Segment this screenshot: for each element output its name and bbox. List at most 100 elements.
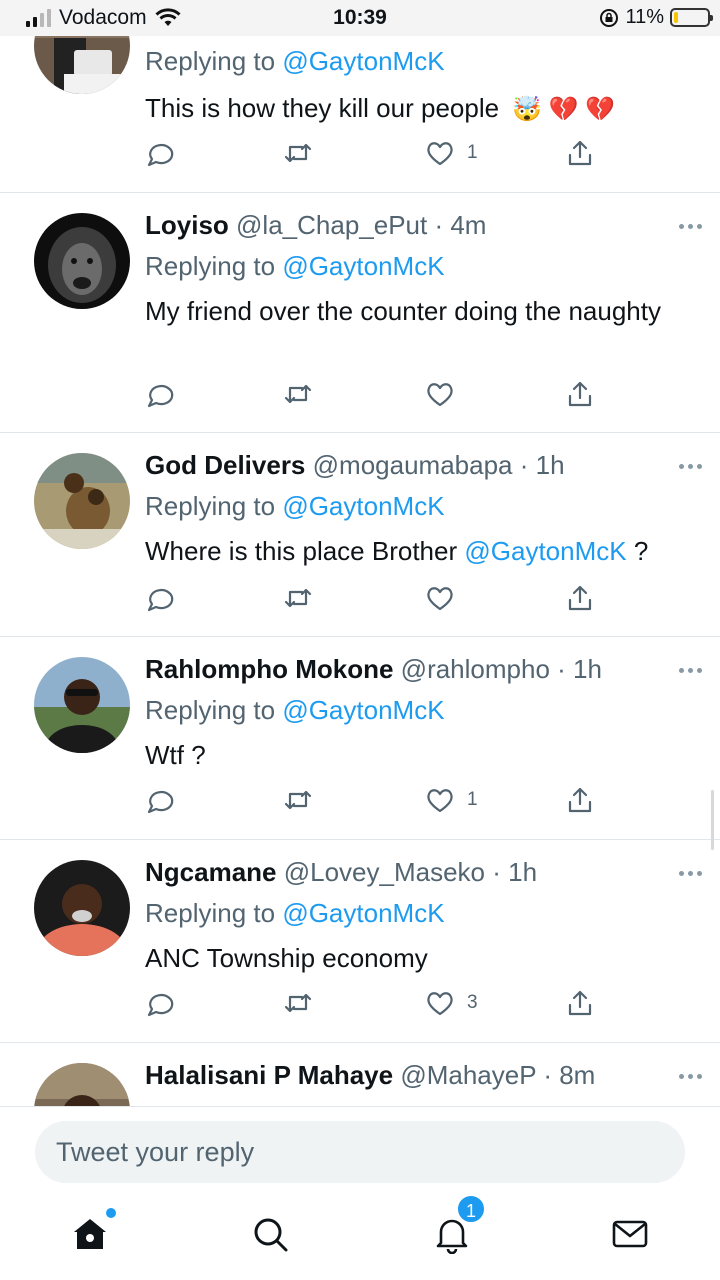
retweet-icon (284, 993, 312, 1013)
more-options-icon[interactable] (679, 871, 702, 876)
avatar[interactable] (34, 860, 130, 956)
more-options-icon[interactable] (679, 668, 702, 673)
share-icon (568, 990, 592, 1016)
reply-icon (147, 993, 174, 1017)
reply-button[interactable] (145, 785, 175, 815)
tweet-3[interactable]: Rahlompho Mokone @rahlompho · 1h Replyin… (0, 637, 720, 840)
retweet-icon (284, 143, 312, 163)
search-icon (254, 1218, 288, 1252)
tweet-time: 1h (535, 450, 565, 480)
like-button[interactable] (425, 379, 455, 409)
more-options-icon[interactable] (679, 224, 702, 229)
like-button[interactable] (425, 583, 455, 613)
tweet-time: 1h (508, 857, 538, 887)
heart-icon (427, 142, 453, 166)
replying-to-handle[interactable]: @GaytonMcK (282, 251, 444, 281)
tweet-text: Wtf ? (145, 740, 206, 770)
scroll-indicator[interactable] (711, 790, 714, 850)
tweet-1[interactable]: Loyiso @la_Chap_ePut · 4m Replying to @G… (0, 193, 720, 433)
replying-to-handle[interactable]: @GaytonMcK (282, 898, 444, 928)
tweet-header: God Delivers @mogaumabapa · 1h (145, 450, 565, 480)
share-button[interactable] (565, 583, 595, 613)
share-button[interactable] (565, 988, 595, 1018)
replying-to: Replying to @GaytonMcK (145, 898, 445, 928)
display-name[interactable]: Halalisani P Mahaye (145, 1060, 393, 1090)
tweet-text: This is how they kill our people 🤯 💔 💔 (145, 93, 616, 123)
retweet-button[interactable] (283, 379, 313, 409)
replying-to: Replying to @GaytonMcK (145, 695, 445, 725)
like-button[interactable]: 1 (425, 138, 478, 168)
user-handle[interactable]: @Lovey_Maseko (284, 857, 485, 887)
replying-to: Replying to @GaytonMcK (145, 251, 445, 281)
replies-feed[interactable]: Replying to @GaytonMcK This is how they … (0, 0, 720, 1106)
heart-icon (427, 383, 453, 407)
mention-link[interactable]: @GaytonMcK (464, 536, 626, 566)
more-options-icon[interactable] (679, 1074, 702, 1079)
like-button[interactable]: 1 (425, 785, 478, 815)
display-name[interactable]: Loyiso (145, 210, 229, 240)
tab-home[interactable] (70, 1208, 116, 1258)
reply-icon (147, 384, 174, 408)
display-name[interactable]: Rahlompho Mokone (145, 654, 393, 684)
like-count: 1 (467, 789, 478, 810)
battery-icon (670, 8, 713, 27)
reply-button[interactable] (145, 379, 175, 409)
retweet-button[interactable] (283, 988, 313, 1018)
user-handle[interactable]: @mogaumabapa (313, 450, 513, 480)
share-button[interactable] (565, 138, 595, 168)
tweet-2[interactable]: God Delivers @mogaumabapa · 1h Replying … (0, 433, 720, 637)
avatar[interactable] (34, 1063, 130, 1106)
user-handle[interactable]: @la_Chap_ePut (236, 210, 427, 240)
reply-icon (147, 790, 174, 814)
like-button[interactable]: 3 (425, 988, 478, 1018)
tweet-time: 4m (450, 210, 487, 240)
share-button[interactable] (565, 379, 595, 409)
user-handle[interactable]: @MahayeP (400, 1060, 536, 1090)
share-icon (568, 585, 592, 611)
tab-notifications[interactable]: 1 (432, 1194, 486, 1258)
tweet-reply-input[interactable] (35, 1121, 685, 1183)
tweet-text: ANC Township economy (145, 943, 428, 973)
emoji: 🤯 💔 💔 (512, 96, 616, 123)
reply-composer (0, 1106, 720, 1202)
reply-button[interactable] (145, 138, 175, 168)
reply-icon (147, 143, 174, 167)
tweet-header: Ngcamane @Lovey_Maseko · 1h (145, 857, 538, 887)
reply-button[interactable] (145, 583, 175, 613)
avatar[interactable] (34, 657, 130, 753)
replying-to-handle[interactable]: @GaytonMcK (282, 695, 444, 725)
replying-to-handle[interactable]: @GaytonMcK (282, 491, 444, 521)
reply-icon (147, 588, 174, 612)
user-handle[interactable]: @rahlompho (401, 654, 550, 684)
retweet-icon (284, 790, 312, 810)
tweet-4[interactable]: Ngcamane @Lovey_Maseko · 1h Replying to … (0, 840, 720, 1043)
tab-search[interactable] (250, 1214, 294, 1258)
reply-button[interactable] (145, 988, 175, 1018)
tab-messages[interactable] (610, 1214, 654, 1258)
tweet-header: Rahlompho Mokone @rahlompho · 1h (145, 654, 602, 684)
avatar[interactable] (34, 213, 130, 309)
notifications-badge: 1 (456, 1194, 486, 1224)
retweet-button[interactable] (283, 785, 313, 815)
mail-icon (612, 1220, 648, 1248)
replying-to-handle[interactable]: @GaytonMcK (282, 46, 444, 76)
display-name[interactable]: Ngcamane (145, 857, 277, 887)
status-bar: Vodacom 10:39 11% (0, 0, 720, 36)
replying-to: Replying to @GaytonMcK (145, 491, 445, 521)
tweet-5[interactable]: Halalisani P Mahaye @MahayeP · 8m (0, 1043, 720, 1106)
display-name[interactable]: God Delivers (145, 450, 305, 480)
bottom-tab-bar: 1 (0, 1194, 720, 1280)
avatar[interactable] (34, 453, 130, 549)
retweet-icon (284, 384, 312, 404)
share-button[interactable] (565, 785, 595, 815)
heart-icon (427, 992, 453, 1016)
battery-percent: 11% (625, 6, 664, 28)
retweet-button[interactable] (283, 583, 313, 613)
orientation-lock-icon (600, 8, 619, 27)
replying-to: Replying to @GaytonMcK (145, 46, 445, 76)
tweet-text: My friend over the counter doing the nau… (145, 296, 661, 326)
more-options-icon[interactable] (679, 464, 702, 469)
like-count: 3 (467, 992, 478, 1013)
tweet-header: Loyiso @la_Chap_ePut · 4m (145, 210, 487, 240)
retweet-button[interactable] (283, 138, 313, 168)
